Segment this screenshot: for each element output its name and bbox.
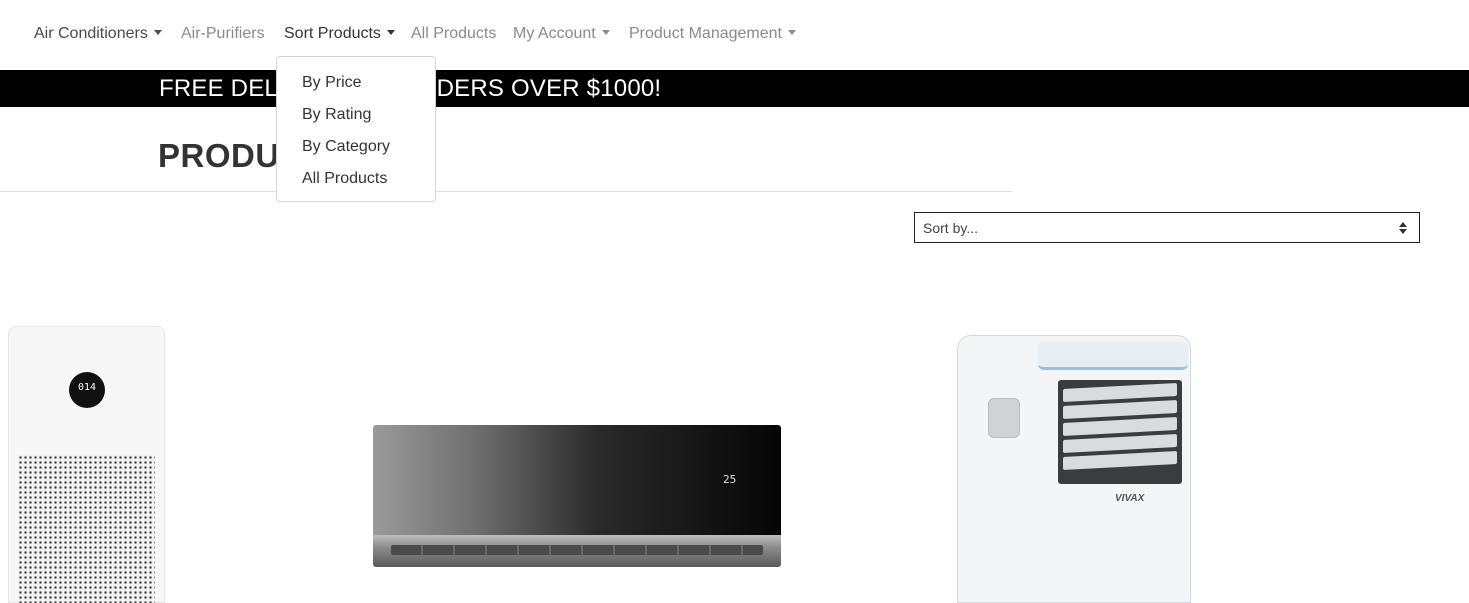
caret-down-icon bbox=[787, 30, 796, 35]
nav-my-account-label: My Account bbox=[513, 25, 596, 42]
nav-air-purifiers-label: Air-Purifiers bbox=[181, 25, 265, 42]
dropdown-item-by-rating[interactable]: By Rating bbox=[302, 105, 371, 125]
caret-down-icon bbox=[601, 30, 610, 35]
split-ac-body: 25 bbox=[373, 425, 781, 535]
portable-ac-grill bbox=[1058, 380, 1182, 484]
dropdown-item-by-price[interactable]: By Price bbox=[302, 73, 362, 93]
title-divider bbox=[0, 191, 1012, 192]
grill-slat bbox=[1063, 417, 1177, 436]
product-card-air-purifier[interactable]: 014 bbox=[8, 326, 165, 603]
sort-select[interactable]: Sort by... bbox=[914, 212, 1420, 243]
portable-ac-body: VIVAX bbox=[957, 335, 1191, 603]
nav-air-conditioners[interactable]: Air Conditioners bbox=[34, 24, 162, 44]
product-card-split-ac[interactable]: 25 bbox=[373, 425, 781, 567]
main-navbar: Air Conditioners Air-Purifiers Sort Prod… bbox=[0, 0, 1469, 70]
split-ac-display: 25 bbox=[723, 473, 737, 486]
purifier-mesh bbox=[18, 455, 155, 603]
select-arrows-icon bbox=[1399, 222, 1407, 234]
nav-sort-products[interactable]: Sort Products bbox=[284, 24, 395, 44]
nav-all-products-label: All Products bbox=[411, 25, 497, 42]
portable-ac-logo: VIVAX bbox=[1115, 493, 1145, 504]
portable-ac-handle bbox=[988, 398, 1020, 438]
promo-banner: FREE DELIVERY ON ORDERS OVER $1000! bbox=[0, 70, 1469, 107]
nav-air-conditioners-label: Air Conditioners bbox=[34, 25, 148, 42]
dropdown-item-all-products[interactable]: All Products bbox=[302, 169, 387, 189]
grill-slat bbox=[1063, 451, 1177, 470]
nav-product-management[interactable]: Product Management bbox=[629, 24, 796, 44]
nav-air-purifiers[interactable]: Air-Purifiers bbox=[181, 24, 265, 44]
portable-ac-control-panel bbox=[1038, 342, 1188, 370]
caret-down-icon bbox=[153, 30, 162, 35]
nav-sort-products-label: Sort Products bbox=[284, 25, 381, 42]
nav-all-products[interactable]: All Products bbox=[411, 24, 496, 44]
split-ac-vent bbox=[373, 535, 781, 567]
sort-products-dropdown: By Price By Rating By Category All Produ… bbox=[276, 56, 436, 202]
dropdown-item-by-category[interactable]: By Category bbox=[302, 137, 390, 157]
sort-select-value: Sort by... bbox=[923, 220, 978, 236]
grill-slat bbox=[1063, 383, 1177, 402]
nav-my-account[interactable]: My Account bbox=[513, 24, 610, 44]
grill-slat bbox=[1063, 400, 1177, 419]
product-card-portable-ac[interactable]: VIVAX bbox=[957, 335, 1191, 603]
purifier-display: 014 bbox=[69, 372, 105, 408]
grill-slat bbox=[1063, 434, 1177, 453]
caret-down-icon bbox=[386, 30, 395, 35]
nav-product-management-label: Product Management bbox=[629, 25, 782, 42]
